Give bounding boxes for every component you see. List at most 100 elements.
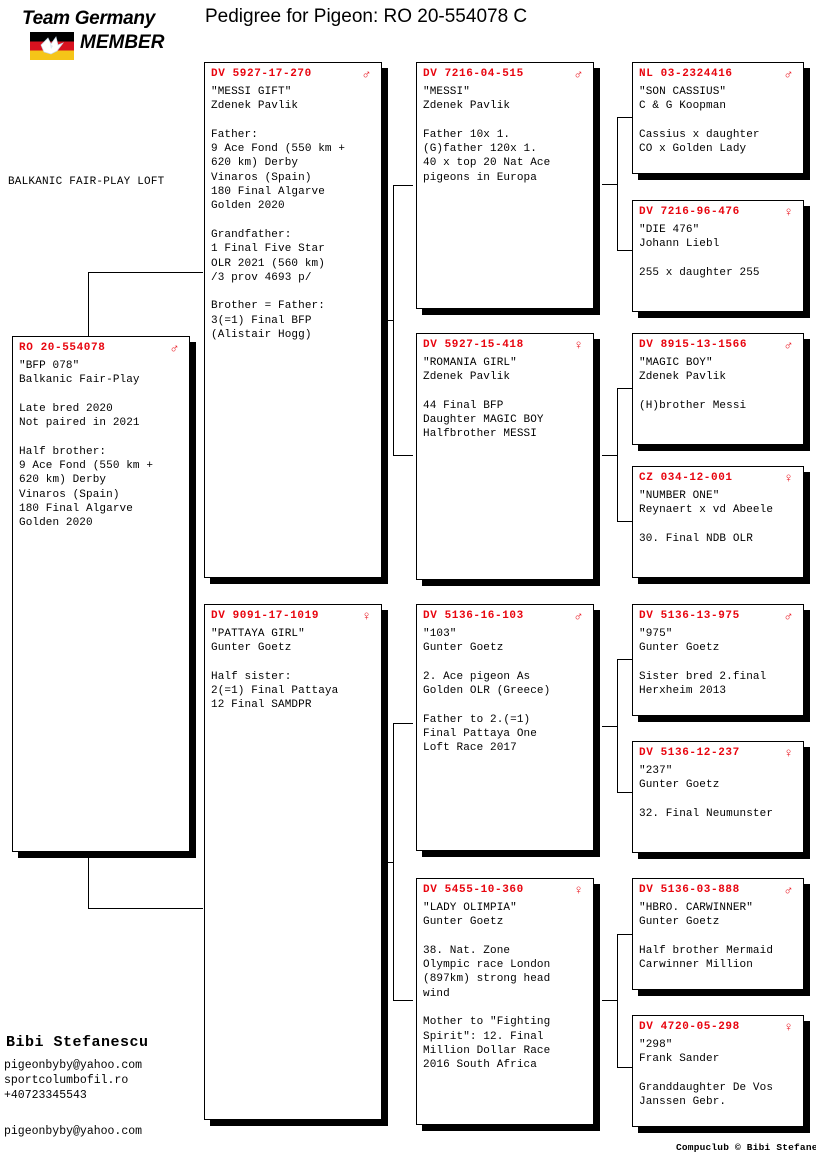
pedigree-details: "237" Gunter Goetz 32. Final Neumunster [639,765,774,820]
pedigree-box-g2-fm[interactable]: DV 5927-15-418 ♀ "ROMANIA GIRL" Zdenek P… [416,333,594,580]
owner-email: pigeonbyby@yahoo.com [4,1059,143,1072]
ring-number: DV 7216-04-515 [423,68,524,80]
ring-number: DV 5455-10-360 [423,884,524,896]
sex-male-icon: ♂ [362,67,371,82]
owner-website: sportcolumbofil.ro [4,1074,129,1087]
ring-header: DV 4720-05-298 ♀ [633,1020,803,1035]
pedigree-details: "PATTAYA GIRL" Gunter Goetz Half sister:… [211,628,339,712]
ring-header: DV 5927-15-418 ♀ [417,338,593,353]
sex-male-icon: ♂ [784,67,793,82]
pedigree-page: Team Germany MEMBER Pedigree for Pigeon:… [0,0,816,1172]
ring-number: DV 5136-13-975 [639,610,740,622]
connector-g1f-to-g2-top [393,185,413,186]
ring-number: NL 03-2324416 [639,68,733,80]
connector-g1m-to-g2-top [393,723,413,724]
ring-header: DV 5455-10-360 ♀ [417,883,593,898]
logo-team-text: Team Germany [22,8,155,29]
ring-header: DV 8915-13-1566 ♂ [633,338,803,353]
pedigree-details: "NUMBER ONE" Reynaert x vd Abeele 30. Fi… [639,490,774,545]
pedigree-details: "LADY OLIMPIA" Gunter Goetz 38. Nat. Zon… [423,902,551,1072]
owner-contact: pigeonbyby@yahoo.com sportcolumbofil.ro … [4,1058,142,1103]
ring-number: RO 20-554078 [19,342,106,354]
sex-male-icon: ♂ [784,609,793,624]
ring-header: DV 5136-13-975 ♂ [633,609,803,624]
ring-number: DV 9091-17-1019 [211,610,320,622]
pedigree-box-g3-fmm[interactable]: CZ 034-12-001 ♀ "NUMBER ONE" Reynaert x … [632,466,804,578]
ring-header: DV 5136-03-888 ♂ [633,883,803,898]
sex-female-icon: ♀ [362,609,371,624]
pedigree-details: "MAGIC BOY" Zdenek Pavlik (H)brother Mes… [639,357,747,412]
sex-male-icon: ♂ [574,609,583,624]
connector-subject-to-g1-mother [88,908,203,909]
ring-number: DV 4720-05-298 [639,1021,740,1033]
pedigree-box-g2-ff[interactable]: DV 7216-04-515 ♂ "MESSI" Zdenek Pavlik F… [416,62,594,309]
pedigree-box-g3-ffm[interactable]: DV 7216-96-476 ♀ "DIE 476" Johann Liebl … [632,200,804,312]
ring-header: RO 20-554078 ♂ [13,341,189,356]
sex-female-icon: ♀ [784,205,793,220]
connector-g2b-in [602,455,618,456]
owner-name: Bibi Stefanescu [6,1034,149,1051]
dove-icon [40,36,65,55]
pedigree-details: "298" Frank Sander Granddaughter De Vos … [639,1039,774,1109]
ring-header: DV 5927-17-270 ♂ [205,67,381,82]
loft-name: BALKANIC FAIR-PLAY LOFT [8,176,165,188]
pedigree-details: "MESSI" Zdenek Pavlik Father 10x 1. (G)f… [423,86,551,184]
pedigree-box-g3-mff[interactable]: DV 5136-13-975 ♂ "975" Gunter Goetz Sist… [632,604,804,716]
ring-number: DV 7216-96-476 [639,206,740,218]
ring-header: NL 03-2324416 ♂ [633,67,803,82]
pedigree-box-g3-mfm[interactable]: DV 5136-12-237 ♀ "237" Gunter Goetz 32. … [632,741,804,853]
pedigree-details: "103" Gunter Goetz 2. Ace pigeon As Gold… [423,628,551,755]
connector-subject-top [88,330,89,331]
pedigree-details: "DIE 476" Johann Liebl 255 x daughter 25… [639,224,760,279]
ring-header: CZ 034-12-001 ♀ [633,471,803,486]
sex-female-icon: ♀ [784,746,793,761]
sex-male-icon: ♂ [784,338,793,353]
connector-g2d-in [602,1000,618,1001]
page-title: Pedigree for Pigeon: RO 20-554078 C [205,6,528,27]
ring-number: DV 5136-12-237 [639,747,740,759]
ring-number: DV 8915-13-1566 [639,339,748,351]
connector-g1f-to-g2-bottom [393,455,413,456]
pedigree-box-g1-mother[interactable]: DV 9091-17-1019 ♀ "PATTAYA GIRL" Gunter … [204,604,382,1120]
sex-female-icon: ♀ [784,471,793,486]
sex-female-icon: ♀ [784,1020,793,1035]
ring-header: DV 5136-12-237 ♀ [633,746,803,761]
pedigree-box-g3-fmf[interactable]: DV 8915-13-1566 ♂ "MAGIC BOY" Zdenek Pav… [632,333,804,445]
ring-number: CZ 034-12-001 [639,472,733,484]
connector-g1m-to-g2-bottom [393,1000,413,1001]
owner-phone: +40723345543 [4,1089,87,1102]
pedigree-details: "MESSI GIFT" Zdenek Pavlik Father: 9 Ace… [211,86,346,342]
sex-female-icon: ♀ [574,883,583,898]
ring-number: DV 5136-03-888 [639,884,740,896]
pedigree-box-subject[interactable]: RO 20-554078 ♂ "BFP 078" Balkanic Fair-P… [12,336,190,852]
pedigree-box-g1-father[interactable]: DV 5927-17-270 ♂ "MESSI GIFT" Zdenek Pav… [204,62,382,578]
ring-header: DV 7216-96-476 ♀ [633,205,803,220]
pedigree-details: "SON CASSIUS" C & G Koopman Cassius x da… [639,86,760,156]
ring-number: DV 5927-15-418 [423,339,524,351]
pedigree-details: "HBRO. CARWINNER" Gunter Goetz Half brot… [639,902,774,972]
connector-subject-to-g1-father [88,272,203,273]
connector-g2c-in [602,726,618,727]
sex-female-icon: ♀ [574,338,583,353]
ring-header: DV 9091-17-1019 ♀ [205,609,381,624]
pedigree-box-g3-fff[interactable]: NL 03-2324416 ♂ "SON CASSIUS" C & G Koop… [632,62,804,174]
pedigree-details: "BFP 078" Balkanic Fair-Play Late bred 2… [19,360,154,530]
logo-member-text: MEMBER [80,32,165,53]
ring-number: DV 5927-17-270 [211,68,312,80]
ring-header: DV 5136-16-103 ♂ [417,609,593,624]
pedigree-box-g3-mmm[interactable]: DV 4720-05-298 ♀ "298" Frank Sander Gran… [632,1015,804,1127]
sex-male-icon: ♂ [784,883,793,898]
pedigree-box-g3-mmf[interactable]: DV 5136-03-888 ♂ "HBRO. CARWINNER" Gunte… [632,878,804,990]
team-germany-logo: Team Germany MEMBER [8,6,186,64]
connector-g2a-in [602,184,618,185]
pedigree-box-g2-mf[interactable]: DV 5136-16-103 ♂ "103" Gunter Goetz 2. A… [416,604,594,851]
sex-male-icon: ♂ [170,341,179,356]
pedigree-details: "975" Gunter Goetz Sister bred 2.final H… [639,628,767,698]
software-credit: Compuclub © Bibi Stefanescu [676,1142,816,1153]
ring-number: DV 5136-16-103 [423,610,524,622]
sex-male-icon: ♂ [574,67,583,82]
ring-header: DV 7216-04-515 ♂ [417,67,593,82]
owner-email-repeat: pigeonbyby@yahoo.com [4,1125,143,1138]
pedigree-box-g2-mm[interactable]: DV 5455-10-360 ♀ "LADY OLIMPIA" Gunter G… [416,878,594,1125]
pedigree-details: "ROMANIA GIRL" Zdenek Pavlik 44 Final BF… [423,357,544,441]
